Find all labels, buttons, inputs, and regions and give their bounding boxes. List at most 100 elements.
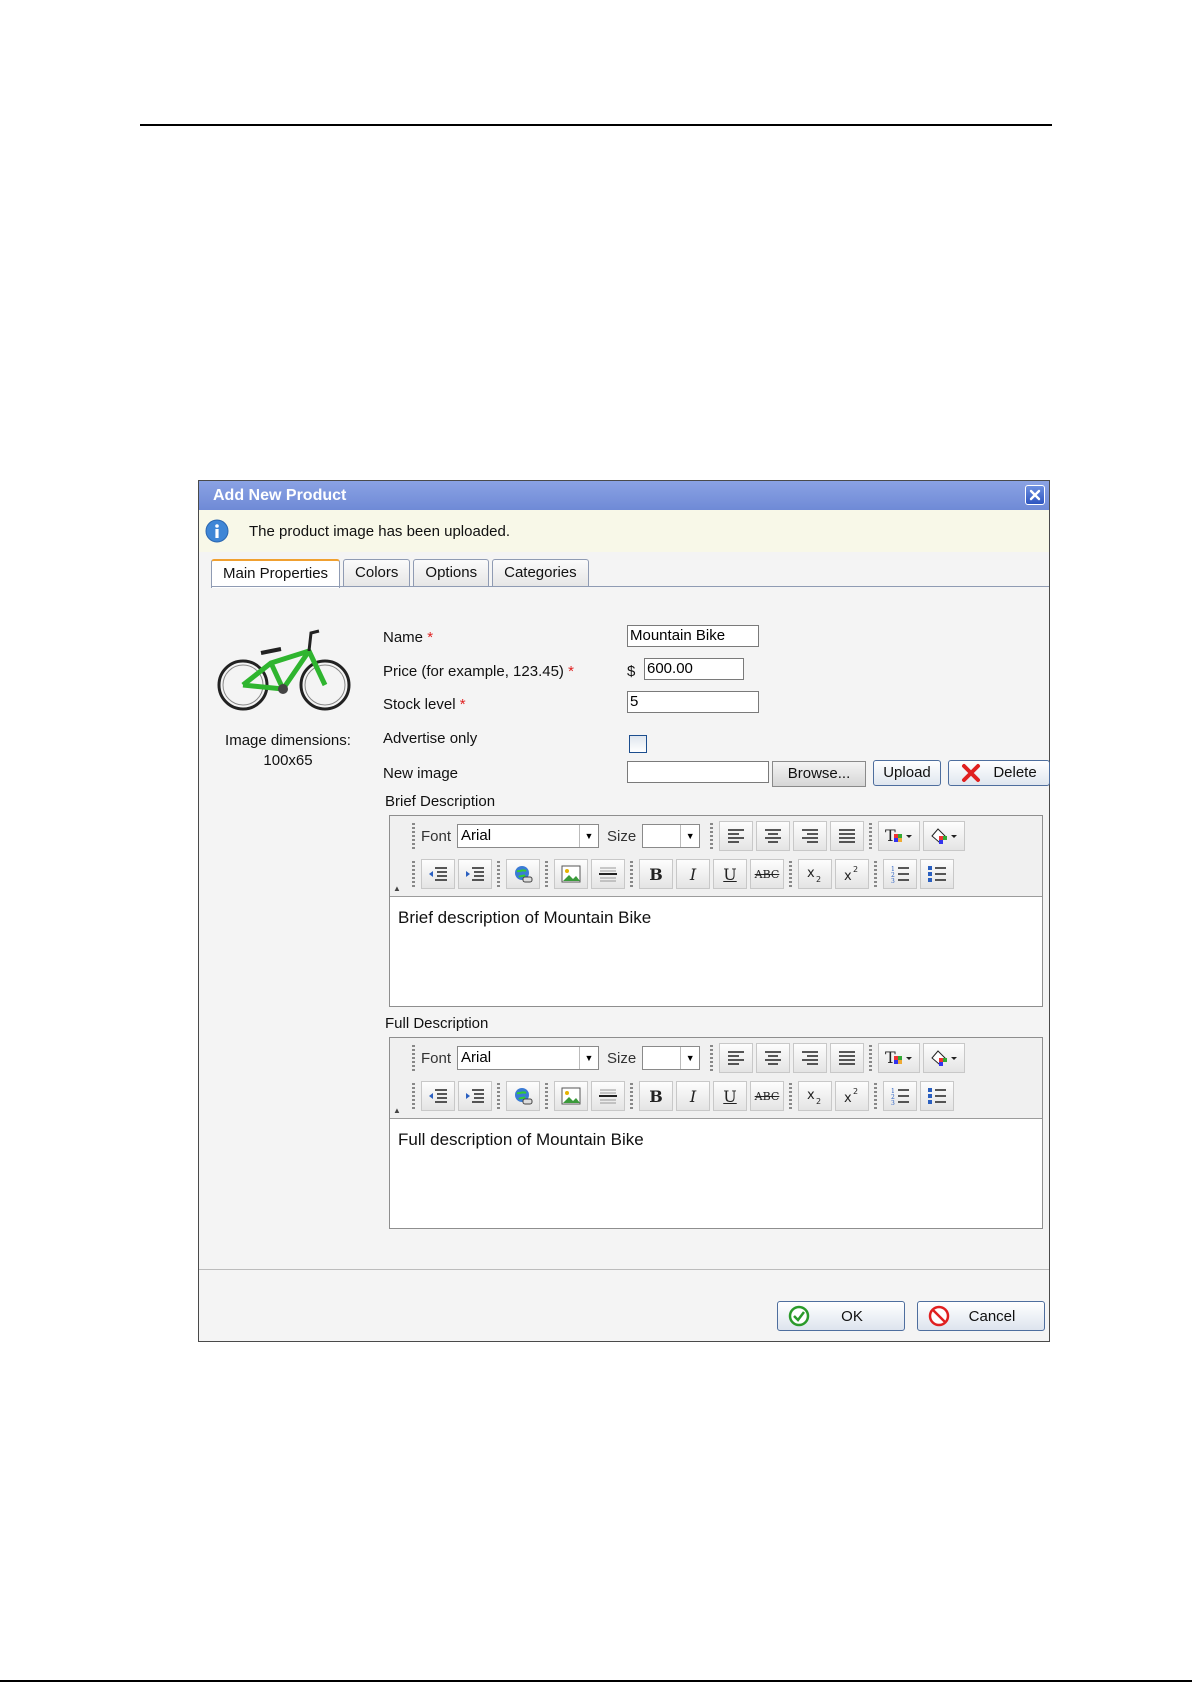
- toolbar-grip: [545, 1083, 548, 1109]
- bold-button[interactable]: B: [639, 1081, 673, 1111]
- tab-colors[interactable]: Colors: [343, 559, 411, 586]
- new-image-input[interactable]: [627, 761, 769, 783]
- stock-input[interactable]: 5: [627, 691, 759, 713]
- delete-button[interactable]: Delete: [948, 760, 1050, 786]
- stock-label-text: Stock level: [383, 696, 456, 713]
- align-justify-icon: [839, 829, 856, 843]
- toolbar-grip: [869, 823, 873, 849]
- fill-color-icon: [931, 1050, 958, 1066]
- image-icon: [561, 1087, 581, 1105]
- bullet-list-button[interactable]: [920, 1081, 954, 1111]
- full-toolbar-row-2: B I U ABC x2 x2 123: [410, 1078, 957, 1114]
- indent-button[interactable]: [458, 1081, 492, 1111]
- svg-text:x: x: [844, 1091, 852, 1105]
- insert-link-button[interactable]: [506, 1081, 540, 1111]
- align-center-button[interactable]: [756, 1043, 791, 1073]
- subscript-button[interactable]: x2: [798, 859, 832, 889]
- align-left-button[interactable]: [719, 1043, 754, 1073]
- tab-main-properties[interactable]: Main Properties: [211, 559, 341, 588]
- numbered-list-button[interactable]: 123: [883, 859, 917, 889]
- close-icon: [1029, 489, 1041, 501]
- full-description-content[interactable]: Full description of Mountain Bike: [398, 1130, 644, 1150]
- tab-categories[interactable]: Categories: [492, 559, 589, 586]
- background-color-button[interactable]: [923, 821, 966, 851]
- ok-button[interactable]: OK: [777, 1301, 905, 1331]
- underline-button[interactable]: U: [713, 1081, 747, 1111]
- size-select[interactable]: ▼: [642, 824, 701, 848]
- globe-link-icon: [515, 866, 533, 883]
- justify-button[interactable]: [830, 1043, 865, 1073]
- insert-link-button[interactable]: [506, 859, 540, 889]
- italic-button[interactable]: I: [676, 859, 710, 889]
- toolbar-grip: [789, 861, 792, 887]
- bullet-list-button[interactable]: [920, 859, 954, 889]
- cancel-button[interactable]: Cancel: [917, 1301, 1045, 1331]
- text-color-icon: T: [885, 1048, 913, 1067]
- price-input[interactable]: 600.00: [644, 658, 744, 680]
- align-center-icon: [765, 829, 782, 843]
- toolbar-grip: [789, 1083, 792, 1109]
- italic-button[interactable]: I: [676, 1081, 710, 1111]
- svg-text:2: 2: [853, 865, 858, 874]
- svg-text:2: 2: [816, 1097, 821, 1105]
- image-caption-line1: Image dimensions:: [225, 732, 351, 749]
- horizontal-rule-button[interactable]: [591, 859, 625, 889]
- toolbar-grip: [710, 1045, 714, 1071]
- close-button[interactable]: [1025, 485, 1045, 505]
- text-color-button[interactable]: T: [878, 821, 921, 851]
- font-select[interactable]: Arial ▼: [457, 824, 600, 848]
- image-icon: [561, 865, 581, 883]
- align-left-button[interactable]: [719, 821, 754, 851]
- font-select[interactable]: Arial ▼: [457, 1046, 600, 1070]
- indent-button[interactable]: [458, 859, 492, 889]
- outdent-button[interactable]: [421, 1081, 455, 1111]
- svg-text:3: 3: [891, 878, 895, 883]
- toolbar-collapse-icon[interactable]: ▲: [393, 1106, 401, 1115]
- background-color-button[interactable]: [923, 1043, 966, 1073]
- tab-options[interactable]: Options: [413, 559, 490, 586]
- align-left-icon: [728, 1051, 745, 1065]
- browse-button[interactable]: Browse...: [772, 761, 866, 787]
- text-color-button[interactable]: T: [878, 1043, 921, 1073]
- tab-strip: Main Properties Colors Options Categorie…: [211, 559, 592, 588]
- strikethrough-button[interactable]: ABC: [750, 859, 784, 889]
- advertise-label: Advertise only: [383, 730, 478, 747]
- align-right-button[interactable]: [793, 1043, 828, 1073]
- numbered-list-button[interactable]: 123: [883, 1081, 917, 1111]
- font-label: Font: [421, 827, 452, 845]
- bold-button[interactable]: B: [639, 859, 673, 889]
- align-center-button[interactable]: [756, 821, 791, 851]
- superscript-button[interactable]: x2: [835, 859, 869, 889]
- justify-button[interactable]: [830, 821, 865, 851]
- align-right-button[interactable]: [793, 821, 828, 851]
- insert-image-button[interactable]: [554, 859, 588, 889]
- indent-icon: [466, 867, 484, 881]
- outdent-icon: [429, 1089, 447, 1103]
- advertise-checkbox[interactable]: [629, 735, 647, 753]
- add-product-dialog: Add New Product The product image has be…: [198, 480, 1050, 1342]
- full-editor-toolbar: Font Arial ▼ Size ▼ T B I U ABC x 2 x 2 …: [390, 1038, 1042, 1119]
- name-input[interactable]: Mountain Bike: [627, 625, 759, 647]
- outdent-button[interactable]: [421, 859, 455, 889]
- insert-image-button[interactable]: [554, 1081, 588, 1111]
- horizontal-rule-button[interactable]: [591, 1081, 625, 1111]
- brief-toolbar-row-1: Font Arial ▼ Size ▼ T: [410, 818, 968, 854]
- brief-description-content[interactable]: Brief description of Mountain Bike: [398, 908, 651, 928]
- strikethrough-button[interactable]: ABC: [750, 1081, 784, 1111]
- new-image-label: New image: [383, 765, 459, 782]
- name-required-mark: *: [427, 629, 434, 646]
- name-label: Name *: [383, 629, 433, 646]
- horizontal-rule-icon: [599, 1089, 617, 1104]
- subscript-button[interactable]: x2: [798, 1081, 832, 1111]
- dialog-titlebar: Add New Product: [199, 481, 1049, 510]
- upload-button[interactable]: Upload: [873, 760, 941, 786]
- subscript-icon: x2: [807, 1088, 821, 1105]
- cancel-button-label: Cancel: [968, 1307, 1016, 1325]
- full-toolbar-row-1: Font Arial ▼ Size ▼ T: [410, 1040, 968, 1076]
- toolbar-grip: [630, 1083, 633, 1109]
- brief-toolbar-row-2: B I U ABC x2 x2 123: [410, 856, 957, 892]
- size-select[interactable]: ▼: [642, 1046, 701, 1070]
- toolbar-collapse-icon[interactable]: ▲: [393, 884, 401, 893]
- superscript-button[interactable]: x2: [835, 1081, 869, 1111]
- underline-button[interactable]: U: [713, 859, 747, 889]
